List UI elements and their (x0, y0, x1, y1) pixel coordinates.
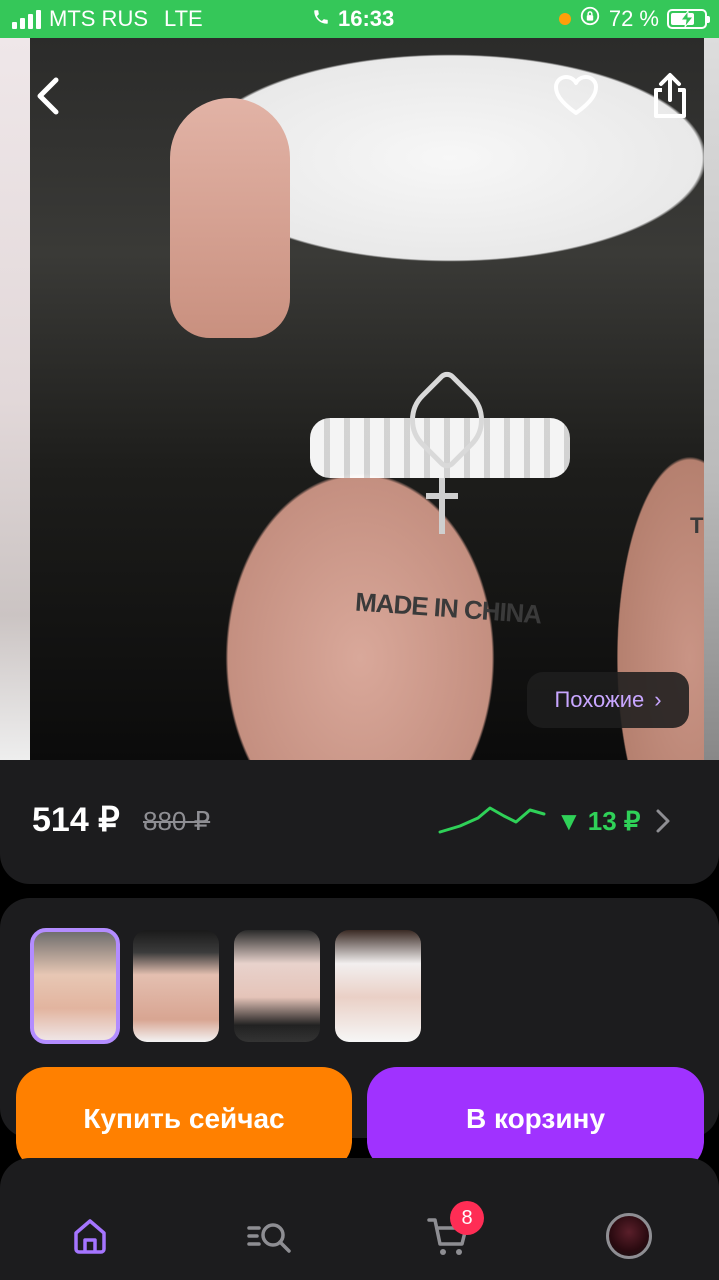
share-button[interactable] (642, 68, 698, 124)
status-bar-right: 72 % (558, 0, 710, 38)
price-drop: ▼ 13 ₽ (556, 806, 640, 837)
chevron-right-icon: › (654, 687, 662, 712)
profile-avatar (606, 1213, 652, 1259)
photo-hand (170, 98, 290, 338)
variant-thumbnail-1[interactable] (30, 928, 120, 1044)
battery-percent: 72 % (608, 6, 659, 31)
catalog-search-icon (247, 1223, 291, 1253)
network-type: LTE (164, 6, 203, 31)
similar-button[interactable]: Похожие › (527, 672, 689, 728)
carrier-name: MTS RUS (49, 6, 148, 31)
nav-catalog[interactable] (242, 1208, 298, 1264)
variant-thumbnail-2[interactable] (133, 930, 219, 1042)
photo-cross-bar (426, 493, 458, 499)
chevron-left-icon (37, 77, 59, 115)
variant-thumbnail-3[interactable] (234, 930, 320, 1042)
add-to-cart-button[interactable]: В корзину (367, 1067, 704, 1171)
privacy-indicator-icon (558, 13, 571, 25)
variant-thumbnail-4[interactable] (335, 930, 421, 1042)
cart-badge: 8 (450, 1201, 484, 1235)
battery-icon (667, 9, 710, 29)
phone-call-icon (312, 6, 330, 32)
buy-now-button[interactable]: Купить сейчас (16, 1067, 352, 1171)
favorite-button[interactable] (548, 68, 604, 124)
price-history-chevron-icon[interactable] (650, 806, 676, 836)
price-trend-icon (438, 806, 546, 834)
product-photo[interactable]: MADE IN CHINA THA (0, 38, 719, 760)
next-photo-peek (704, 38, 719, 760)
price-drop-arrow-icon: ▼ (556, 806, 582, 836)
back-button[interactable] (22, 68, 78, 124)
current-price: 514 ₽ (32, 801, 120, 839)
product-photo-main: MADE IN CHINA THA (30, 38, 719, 760)
nav-home[interactable] (62, 1208, 118, 1264)
heart-outline-icon (554, 75, 598, 115)
old-price: 880 ₽ (143, 806, 211, 836)
photo-tattoo-text: MADE IN CHINA (354, 586, 543, 630)
status-bar-left: MTS RUS LTE (12, 0, 203, 38)
clock: 16:33 (338, 6, 395, 31)
rotation-lock-icon (579, 5, 601, 33)
status-bar-center: 16:33 (312, 0, 394, 38)
photo-cross (439, 478, 445, 534)
share-icon (654, 73, 686, 118)
status-bar: MTS RUS LTE 16:33 72 % (0, 0, 719, 38)
signal-strength-icon (12, 9, 41, 29)
nav-profile[interactable] (601, 1208, 657, 1264)
similar-label: Похожие (554, 687, 645, 712)
price-drop-amount: 13 ₽ (587, 806, 641, 836)
home-icon (74, 1219, 106, 1254)
previous-photo-peek (0, 38, 30, 760)
